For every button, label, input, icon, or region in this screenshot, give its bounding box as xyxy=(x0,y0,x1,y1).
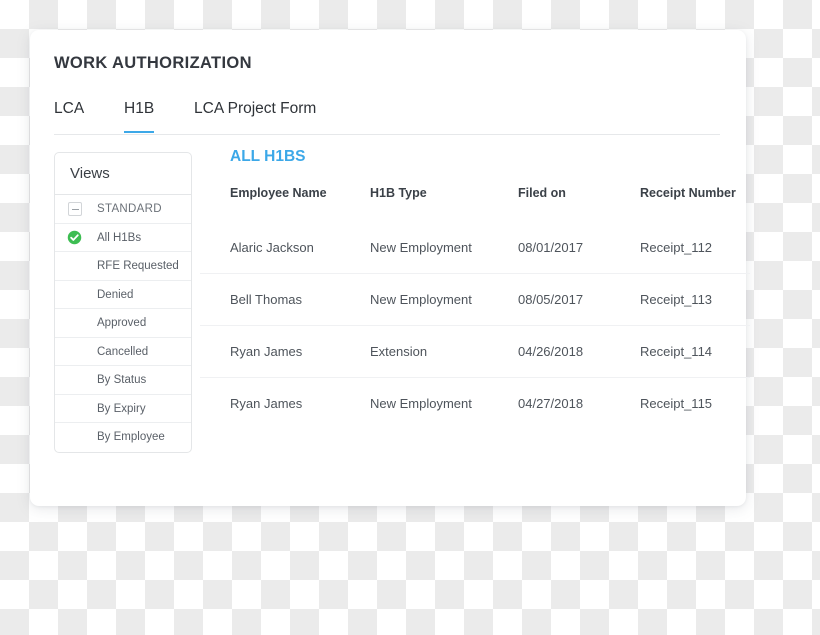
cell-employee-name: Alaric Jackson xyxy=(230,240,314,255)
sidebar-item-label: Approved xyxy=(97,317,147,329)
sidebar-item-label: Denied xyxy=(97,288,134,301)
sidebar-item-denied[interactable]: Denied xyxy=(55,281,191,309)
cell-h1b-type: New Employment xyxy=(370,377,518,429)
views-panel: Views STANDARD All H1Bs RFE Requested De… xyxy=(54,152,192,453)
cell-h1b-type: New Employment xyxy=(370,273,518,326)
tab-h1b[interactable]: H1B xyxy=(124,100,155,133)
tab-bar: LCA H1B LCA Project Form xyxy=(54,100,720,135)
table-head: Employee Name H1B Type Filed on Receipt … xyxy=(200,186,750,222)
h1b-table: Employee Name H1B Type Filed on Receipt … xyxy=(200,186,750,429)
h1b-table-region: ALL H1BS Employee Name H1B Type Filed on… xyxy=(200,148,750,429)
sidebar-item-approved[interactable]: Approved xyxy=(55,309,191,338)
cell-employee-name: Bell Thomas xyxy=(200,273,370,326)
column-header-employee-name[interactable]: Employee Name xyxy=(200,186,370,222)
table-row[interactable]: Bell Thomas New Employment 08/05/2017 Re… xyxy=(200,273,750,326)
table-header-row: Employee Name H1B Type Filed on Receipt … xyxy=(200,186,750,222)
cell-receipt-number: Receipt_113 xyxy=(640,273,750,326)
column-header-receipt-number[interactable]: Receipt Number xyxy=(640,186,750,222)
sidebar-item-label: Cancelled xyxy=(97,345,149,358)
cell-employee-name: Ryan James xyxy=(200,325,370,378)
cell-h1b-type: New Employment xyxy=(370,240,472,255)
cell-employee-name: Ryan James xyxy=(200,377,370,429)
page-title: WORK AUTHORIZATION xyxy=(54,54,252,72)
tab-lca[interactable]: LCA xyxy=(54,100,84,133)
sidebar-item-all-h1bs[interactable]: All H1Bs xyxy=(55,224,191,252)
sidebar-item-rfe-requested[interactable]: RFE Requested xyxy=(55,252,191,281)
cell-receipt-number: Receipt_115 xyxy=(640,377,750,429)
table-row[interactable]: Ryan James Extension 04/26/2018 Receipt_… xyxy=(200,325,750,378)
sidebar-group-label: STANDARD xyxy=(97,203,162,215)
cell-h1b-type: Extension xyxy=(370,325,518,378)
sidebar-group-standard[interactable]: STANDARD xyxy=(55,195,191,224)
cell-receipt-number: Receipt_114 xyxy=(640,325,750,378)
table-row[interactable]: Alaric Jackson New Employment 08/01/2017… xyxy=(200,222,750,274)
sidebar-item-by-expiry[interactable]: By Expiry xyxy=(55,395,191,423)
sidebar-item-label: By Expiry xyxy=(97,402,146,415)
sidebar-item-label: By Employee xyxy=(97,431,165,443)
table-row[interactable]: Ryan James New Employment 04/27/2018 Rec… xyxy=(200,377,750,429)
column-header-h1b-type[interactable]: H1B Type xyxy=(370,186,518,222)
work-authorization-card: WORK AUTHORIZATION LCA H1B LCA Project F… xyxy=(30,30,750,506)
screenshot-stage: WORK AUTHORIZATION LCA H1B LCA Project F… xyxy=(0,0,820,635)
sidebar-item-label: RFE Requested xyxy=(97,260,179,272)
table-body: Alaric Jackson New Employment 08/01/2017… xyxy=(200,222,750,429)
cell-filed-on: 04/26/2018 xyxy=(518,325,640,378)
cell-filed-on: 04/27/2018 xyxy=(518,377,640,429)
sidebar-item-by-status[interactable]: By Status xyxy=(55,366,191,395)
sidebar-item-label: By Status xyxy=(97,374,147,386)
cell-filed-on: 08/01/2017 xyxy=(518,240,584,255)
cell-receipt-number: Receipt_112 xyxy=(640,240,713,255)
sidebar-item-cancelled[interactable]: Cancelled xyxy=(55,338,191,366)
minus-collapse-icon[interactable] xyxy=(68,202,82,216)
cell-filed-on: 08/05/2017 xyxy=(518,273,640,326)
section-title-all-h1bs: ALL H1BS xyxy=(230,148,306,165)
views-panel-header: Views xyxy=(55,153,191,195)
sidebar-item-by-employee[interactable]: By Employee xyxy=(55,423,191,452)
sidebar-item-label: All H1Bs xyxy=(97,231,142,244)
green-check-circle-icon xyxy=(67,230,82,245)
column-header-filed-on[interactable]: Filed on xyxy=(518,186,640,222)
tab-lca-project-form[interactable]: LCA Project Form xyxy=(194,100,316,133)
